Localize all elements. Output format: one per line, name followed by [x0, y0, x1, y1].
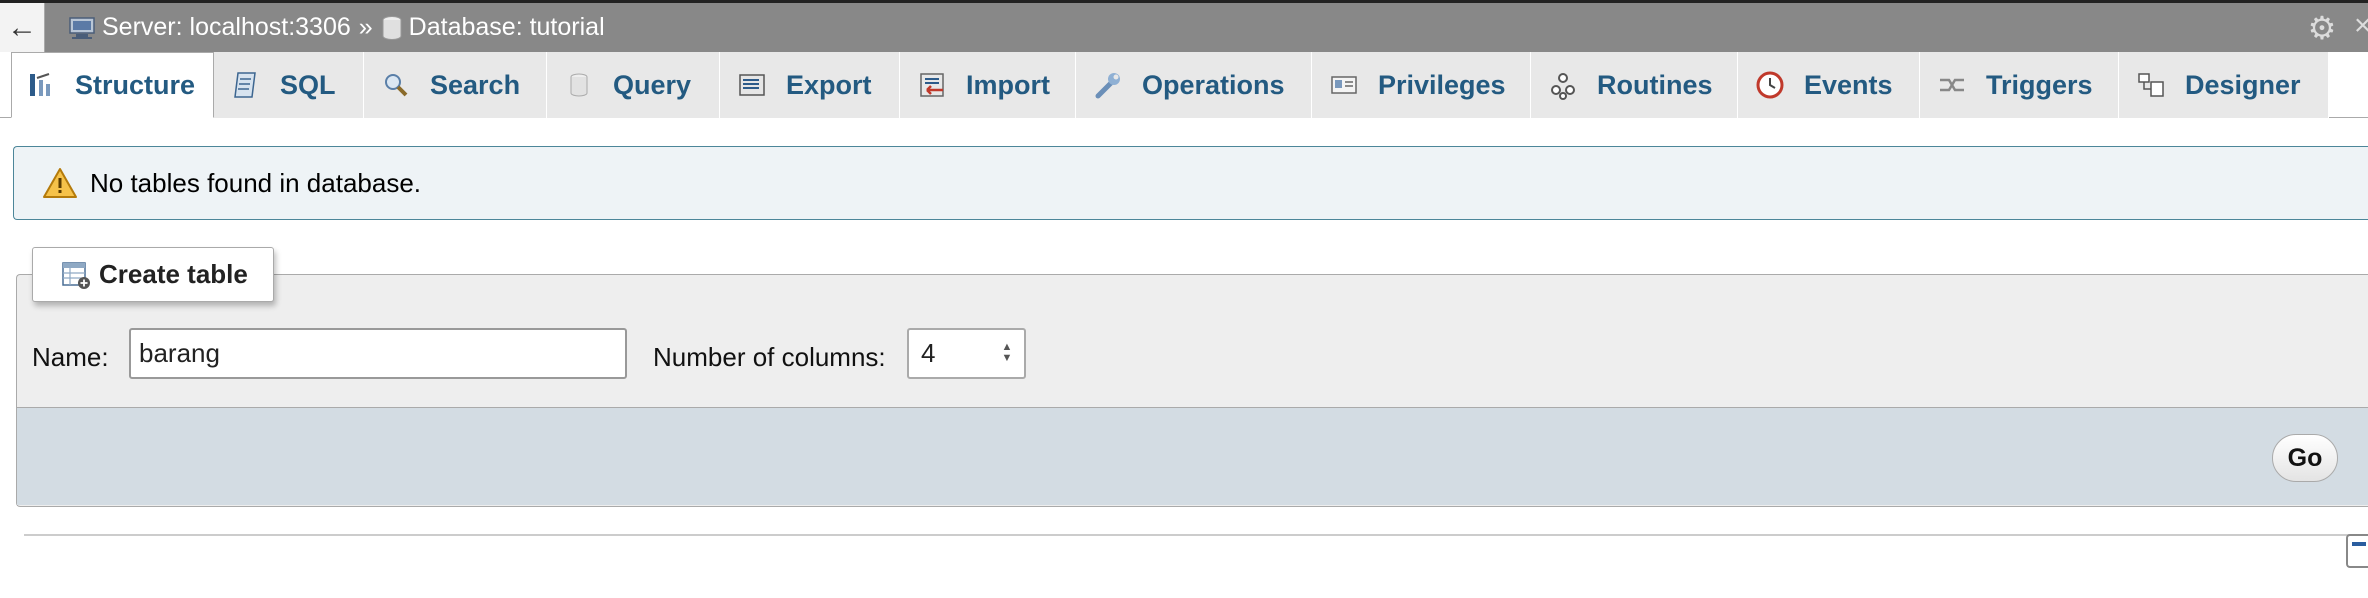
breadcrumb-database[interactable]: Database: tutorial: [381, 13, 605, 42]
form-footer: [17, 407, 2368, 505]
notice-box: No tables found in database.: [13, 146, 2368, 220]
tab-privileges[interactable]: Privileges: [1312, 52, 1531, 118]
notice-text: No tables found in database.: [90, 167, 422, 198]
sql-icon: [228, 67, 264, 103]
create-table-label: Create table: [99, 259, 248, 289]
tab-export[interactable]: Export: [720, 52, 900, 118]
tab-label: Events: [1804, 69, 1893, 100]
breadcrumb-separator: »: [358, 13, 373, 41]
columns-count-label: Number of columns:: [653, 342, 886, 372]
tab-routines[interactable]: Routines: [1531, 52, 1738, 118]
divider: [24, 534, 2368, 536]
tab-label: Privileges: [1378, 69, 1506, 100]
server-icon: [66, 15, 98, 41]
tab-label: Query: [613, 69, 692, 100]
tab-search[interactable]: Search: [364, 52, 547, 118]
tab-label: Structure: [74, 69, 195, 100]
routines-icon: [1545, 67, 1581, 103]
tab-designer[interactable]: Designer: [2119, 52, 2329, 118]
breadcrumb: Server: localhost:3306 » Database: tutor…: [66, 3, 605, 52]
close-icon[interactable]: ×: [2354, 11, 2368, 45]
database-icon: [381, 15, 403, 41]
breadcrumb-server-label: Server: localhost:3306: [102, 13, 351, 41]
privileges-icon: [1326, 67, 1362, 103]
create-table-icon: [62, 261, 90, 289]
table-name-label: Name:: [32, 342, 109, 372]
columns-count-stepper[interactable]: 4 ▲ ▼: [907, 328, 1026, 379]
tab-structure[interactable]: Structure: [11, 52, 214, 118]
import-icon: [914, 67, 950, 103]
go-button[interactable]: Go: [2272, 434, 2338, 482]
gear-icon[interactable]: ⚙: [2306, 12, 2338, 45]
breadcrumb-bar: ← Server: localhost:3306 » Database: tut…: [0, 0, 2368, 52]
breadcrumb-server[interactable]: Server: localhost:3306: [66, 13, 351, 42]
tab-label: Triggers: [1986, 69, 2093, 100]
tab-label: Routines: [1597, 69, 1713, 100]
wrench-icon: [1090, 67, 1126, 103]
back-button[interactable]: ←: [0, 3, 45, 52]
tab-sql[interactable]: SQL: [214, 52, 364, 118]
tab-bar: Structure SQL Search Query Export Import…: [0, 52, 2368, 118]
tab-label: Search: [430, 69, 521, 100]
tab-operations[interactable]: Operations: [1076, 52, 1312, 118]
export-icon: [734, 67, 770, 103]
designer-icon: [2133, 67, 2169, 103]
tab-triggers[interactable]: Triggers: [1920, 52, 2119, 118]
console-icon[interactable]: [2346, 534, 2368, 568]
warning-icon: [43, 168, 77, 198]
query-icon: [561, 67, 597, 103]
tab-label: Operations: [1142, 69, 1285, 100]
search-icon: [378, 67, 414, 103]
tab-label: Import: [966, 69, 1050, 100]
tab-import[interactable]: Import: [900, 52, 1076, 118]
tab-label: SQL: [280, 69, 336, 100]
tab-query[interactable]: Query: [547, 52, 720, 118]
tab-events[interactable]: Events: [1738, 52, 1920, 118]
spinner-arrows-icon[interactable]: ▲ ▼: [1000, 342, 1014, 366]
triggers-icon: [1934, 67, 1970, 103]
breadcrumb-database-label: Database: tutorial: [408, 13, 605, 41]
structure-icon: [26, 67, 59, 103]
table-name-input[interactable]: [129, 328, 627, 379]
clock-icon: [1752, 67, 1788, 103]
tab-label: Export: [786, 69, 872, 100]
tab-label: Designer: [2185, 69, 2301, 100]
columns-count-value: 4: [921, 338, 936, 368]
create-table-legend: Create table: [32, 247, 274, 302]
